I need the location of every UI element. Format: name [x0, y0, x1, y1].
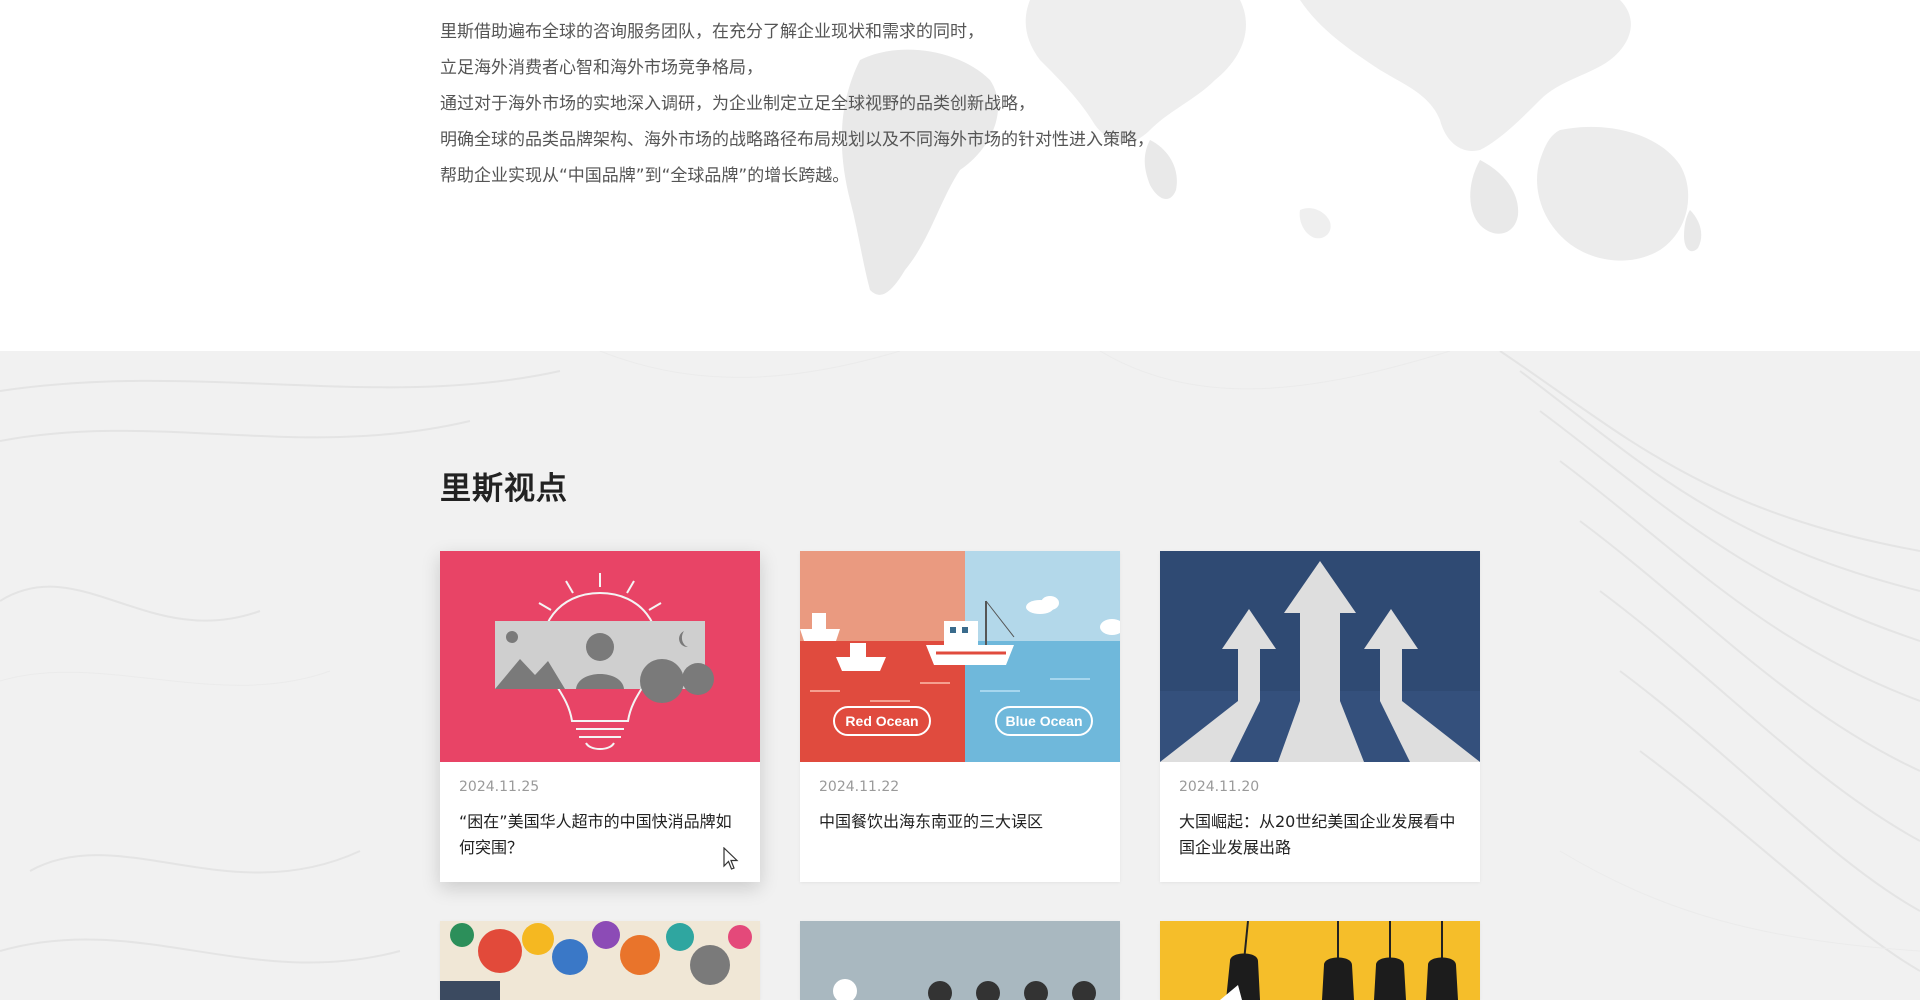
section-title: 里斯视点	[440, 471, 568, 507]
article-date: 2024.11.25	[459, 779, 540, 795]
article-card[interactable]	[440, 921, 760, 1000]
red-ocean-blue-ocean-illustration: Red Ocean Blue Ocean	[800, 551, 1120, 762]
intro-line: 通过对于海外市场的实地深入调研，为企业制定立足全球视野的品类创新战略，	[440, 94, 1035, 114]
article-date: 2024.11.22	[819, 779, 900, 795]
article-image[interactable]	[440, 551, 760, 762]
intro-line: 明确全球的品类品牌架构、海外市场的战略路径布局规划以及不同海外市场的针对性进入策…	[440, 130, 1154, 150]
rising-arrows-illustration	[1160, 551, 1480, 762]
gray-dots-illustration	[800, 921, 1120, 1000]
yellow-hanging-lamps-illustration	[1160, 920, 1480, 1000]
intro-line: 立足海外消费者心智和海外市场竞争格局，	[440, 58, 763, 78]
article-title[interactable]: “困在”美国华人超市的中国快消品牌如何突围？	[459, 809, 744, 861]
mouse-cursor-icon	[723, 847, 739, 870]
article-card[interactable]: 2024.11.20 大国崛起：从20世纪美国企业发展看中国企业发展出路	[1160, 551, 1480, 882]
article-title[interactable]: 大国崛起：从20世纪美国企业发展看中国企业发展出路	[1179, 809, 1464, 861]
article-card[interactable]	[1160, 920, 1480, 1000]
intro-paragraph: 里斯借助遍布全球的咨询服务团队，在充分了解企业现状和需求的同时， 立足海外消费者…	[440, 14, 1340, 194]
article-card[interactable]: 2024.11.25 “困在”美国华人超市的中国快消品牌如何突围？	[440, 551, 760, 882]
lightbulb-photos-illustration	[440, 551, 760, 762]
article-image[interactable]	[1160, 551, 1480, 762]
intro-line: 帮助企业实现从“中国品牌”到“全球品牌”的增长跨越。	[440, 166, 850, 186]
article-title[interactable]: 中国餐饮出海东南亚的三大误区	[819, 809, 1104, 835]
article-image[interactable]: Red Ocean Blue Ocean	[800, 551, 1120, 762]
red-ocean-label: Red Ocean	[845, 713, 918, 729]
article-date: 2024.11.20	[1179, 779, 1260, 795]
intro-line: 里斯借助遍布全球的咨询服务团队，在充分了解企业现状和需求的同时，	[440, 22, 984, 42]
article-card[interactable]: Red Ocean Blue Ocean 2024.11.22 中国餐饮出海东南…	[800, 551, 1120, 882]
page: 里斯借助遍布全球的咨询服务团队，在充分了解企业现状和需求的同时， 立足海外消费者…	[0, 0, 1920, 1000]
article-card[interactable]	[800, 921, 1120, 1000]
blue-ocean-label: Blue Ocean	[1005, 713, 1082, 729]
intro-section: 里斯借助遍布全球的咨询服务团队，在充分了解企业现状和需求的同时， 立足海外消费者…	[0, 0, 1920, 351]
colorful-icons-illustration	[440, 921, 760, 1000]
